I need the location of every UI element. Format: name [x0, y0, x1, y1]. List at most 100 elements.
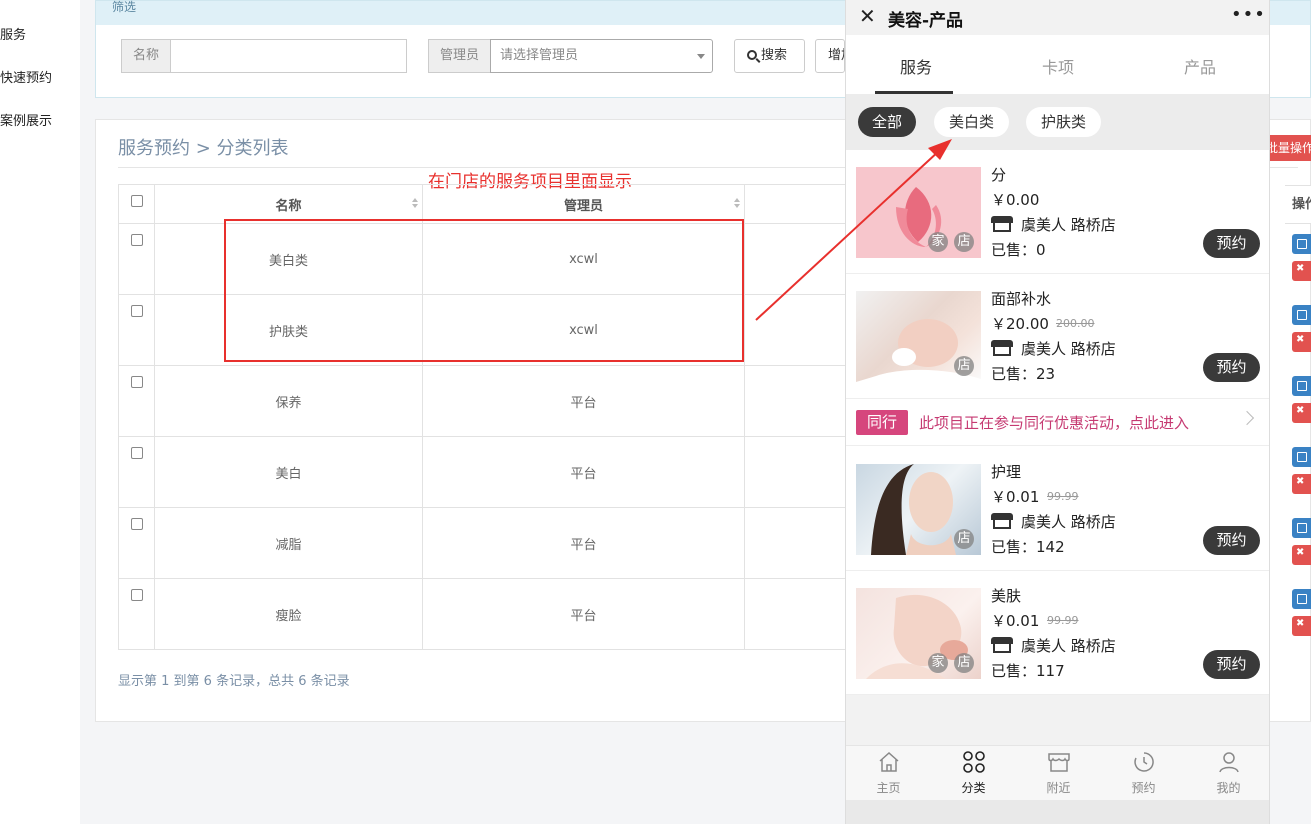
category-chips: 全部 美白类 护肤类	[846, 94, 1269, 150]
pagination-info: 显示第 1 到第 6 条记录，总共 6 条记录	[118, 674, 350, 689]
promo-banner[interactable]: 同行 此项目正在参与同行优惠活动，点此进入	[846, 398, 1269, 446]
product-name: 美肤	[991, 587, 1022, 605]
sidebar-item-quick-booking[interactable]: 快速预约	[0, 67, 52, 86]
column-header-name[interactable]: 名称	[154, 184, 423, 224]
column-header-admin[interactable]: 管理员	[422, 184, 745, 224]
row-checkbox[interactable]	[130, 234, 143, 246]
add-button[interactable]: 增加	[815, 39, 845, 73]
product-store: 虞美人 路桥店	[991, 511, 1116, 532]
row-checkbox[interactable]	[130, 518, 143, 530]
nav-home[interactable]: 主页	[846, 746, 931, 801]
add-button-label: 增加	[828, 48, 844, 63]
tab-product[interactable]: 产品	[1150, 54, 1250, 78]
tab-card[interactable]: 卡项	[1008, 54, 1108, 78]
breadcrumb: 服务预约 > 分类列表	[118, 138, 289, 159]
tag-store: 店	[954, 529, 974, 549]
book-button[interactable]: 预约	[1203, 526, 1260, 555]
book-button[interactable]: 预约	[1203, 353, 1260, 382]
table-row: 美白 平台	[118, 436, 865, 508]
close-icon[interactable]: ✕	[859, 6, 876, 26]
delete-button[interactable]	[1292, 403, 1311, 423]
chevron-down-icon	[697, 54, 705, 59]
search-icon	[747, 50, 757, 60]
nav-booking[interactable]: 预约	[1101, 746, 1186, 801]
nav-nearby[interactable]: 附近	[1016, 746, 1101, 801]
product-store: 虞美人 路桥店	[991, 635, 1116, 656]
edit-button[interactable]	[1292, 589, 1311, 609]
sidebar-item-service[interactable]: 服务	[0, 24, 26, 43]
chip-whitening[interactable]: 美白类	[934, 107, 1009, 137]
delete-button[interactable]	[1292, 545, 1311, 565]
nav-category[interactable]: 分类	[931, 746, 1016, 801]
nav-nearby-label: 附近	[1046, 781, 1071, 795]
chip-all[interactable]: 全部	[858, 107, 916, 137]
name-input[interactable]	[170, 39, 407, 73]
product-card[interactable]: 店 护理 ￥0.01 99.99 虞美人 路桥店 已售：142 预约	[846, 447, 1269, 571]
tag-store: 店	[954, 232, 974, 252]
promo-text: 此项目正在参与同行优惠活动，点此进入	[919, 414, 1190, 432]
edit-button[interactable]	[1292, 234, 1311, 254]
row-checkbox[interactable]	[130, 376, 143, 388]
row-admin: 平台	[422, 578, 745, 650]
table-row: 保养 平台	[118, 365, 865, 437]
store-icon	[991, 637, 1013, 653]
book-button[interactable]: 预约	[1203, 229, 1260, 258]
admin-select[interactable]: 请选择管理员	[490, 39, 713, 73]
product-card[interactable]: 家 店 分 ￥0.00 虞美人 路桥店 已售：0 预约	[846, 150, 1269, 274]
row-check-cell	[118, 507, 155, 579]
product-price: ￥0.01	[991, 488, 1040, 506]
edit-button[interactable]	[1292, 447, 1311, 467]
row-name: 减脂	[154, 507, 423, 579]
row-checkbox[interactable]	[130, 589, 143, 601]
admin-select-placeholder: 请选择管理员	[500, 48, 579, 63]
edit-button[interactable]	[1292, 518, 1311, 538]
product-card[interactable]: 店 面部补水 ￥20.00 200.00 虞美人 路桥店 已售：23 预约	[846, 274, 1269, 398]
nav-mine-label: 我的	[1216, 781, 1241, 795]
table-header-row: 名称 管理员	[118, 184, 865, 224]
row-checkbox[interactable]	[130, 447, 143, 459]
home-icon	[879, 751, 899, 772]
delete-button[interactable]	[1292, 261, 1311, 281]
book-button[interactable]: 预约	[1203, 650, 1260, 679]
mobile-titlebar: ✕ 美容-产品 •••	[846, 0, 1269, 35]
product-name: 面部补水	[991, 290, 1052, 308]
row-checkbox[interactable]	[130, 305, 143, 317]
batch-operation-button[interactable]: 批量操作	[1266, 135, 1311, 161]
edit-button[interactable]	[1292, 376, 1311, 396]
store-icon	[991, 340, 1013, 356]
chevron-right-icon	[1239, 410, 1255, 426]
nav-mine[interactable]: 我的	[1186, 746, 1269, 801]
delete-button[interactable]	[1292, 332, 1311, 352]
chip-skincare[interactable]: 护肤类	[1026, 107, 1101, 137]
product-sold: 已售：117	[991, 662, 1065, 680]
product-image: 店	[856, 464, 981, 555]
select-all-checkbox[interactable]	[130, 195, 143, 207]
more-icon[interactable]: •••	[1231, 4, 1266, 25]
mobile-preview: ✕ 美容-产品 ••• 服务 卡项 产品 全部 美白类 护肤类 家 店 分 ￥0…	[845, 0, 1270, 824]
row-check-cell	[118, 578, 155, 650]
product-sold: 已售：142	[991, 538, 1065, 556]
row-admin: 平台	[422, 507, 745, 579]
edit-button[interactable]	[1292, 305, 1311, 325]
delete-button[interactable]	[1292, 616, 1311, 636]
nav-booking-label: 预约	[1131, 781, 1156, 795]
table-row: 瘦脸 平台	[118, 578, 865, 650]
admin-label: 管理员	[428, 39, 491, 73]
product-name: 分	[991, 166, 1007, 184]
tab-service[interactable]: 服务	[866, 54, 966, 78]
sidebar-item-case-display[interactable]: 案例展示	[0, 110, 52, 129]
row-name: 保养	[154, 365, 423, 437]
row-admin: 平台	[422, 365, 745, 437]
search-button[interactable]: 搜索	[734, 39, 805, 73]
product-list: 家 店 分 ￥0.00 虞美人 路桥店 已售：0 预约 店 面部补水 ￥20.0…	[846, 150, 1269, 695]
delete-button[interactable]	[1292, 474, 1311, 494]
store-icon	[991, 513, 1013, 529]
name-label: 名称	[121, 39, 171, 73]
store-icon	[991, 216, 1013, 232]
row-check-cell	[118, 294, 155, 366]
store-name: 虞美人 路桥店	[1021, 216, 1116, 234]
tag-store: 店	[954, 653, 974, 673]
mobile-bottom-bar	[846, 800, 1269, 824]
product-card[interactable]: 家 店 美肤 ￥0.01 99.99 虞美人 路桥店 已售：117 预约	[846, 571, 1269, 695]
product-price: ￥0.01	[991, 612, 1040, 630]
